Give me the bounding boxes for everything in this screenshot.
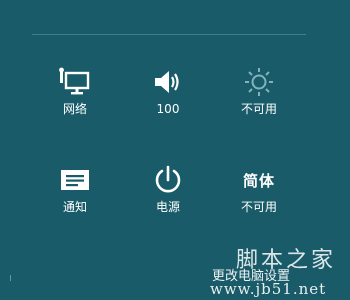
network-label: 网络	[62, 102, 87, 116]
volume-tile[interactable]: 100	[123, 64, 213, 134]
keyboard-language-text: 简体	[242, 171, 275, 190]
network-tile[interactable]: 网络	[30, 64, 120, 134]
power-label: 电源	[155, 200, 180, 214]
volume-label: 100	[156, 102, 180, 116]
watermark-site-url: www.jb51.net	[210, 280, 327, 298]
keyboard-language-label: 不可用	[240, 200, 277, 214]
notifications-tile[interactable]: 通知	[30, 162, 120, 232]
watermark-site-name: 脚本之家	[235, 248, 336, 273]
power-icon	[123, 162, 213, 198]
notifications-icon	[30, 162, 120, 198]
network-monitor-icon	[30, 64, 120, 100]
volume-icon	[123, 64, 213, 100]
edge-mark	[10, 275, 11, 281]
brightness-icon	[214, 64, 304, 100]
divider	[32, 34, 306, 35]
brightness-tile[interactable]: 不可用	[214, 64, 304, 134]
power-tile[interactable]: 电源	[123, 162, 213, 232]
keyboard-language-icon: 简体	[214, 162, 304, 198]
brightness-label: 不可用	[240, 102, 277, 116]
keyboard-language-tile[interactable]: 简体 不可用	[214, 162, 304, 232]
notifications-label: 通知	[62, 200, 87, 214]
